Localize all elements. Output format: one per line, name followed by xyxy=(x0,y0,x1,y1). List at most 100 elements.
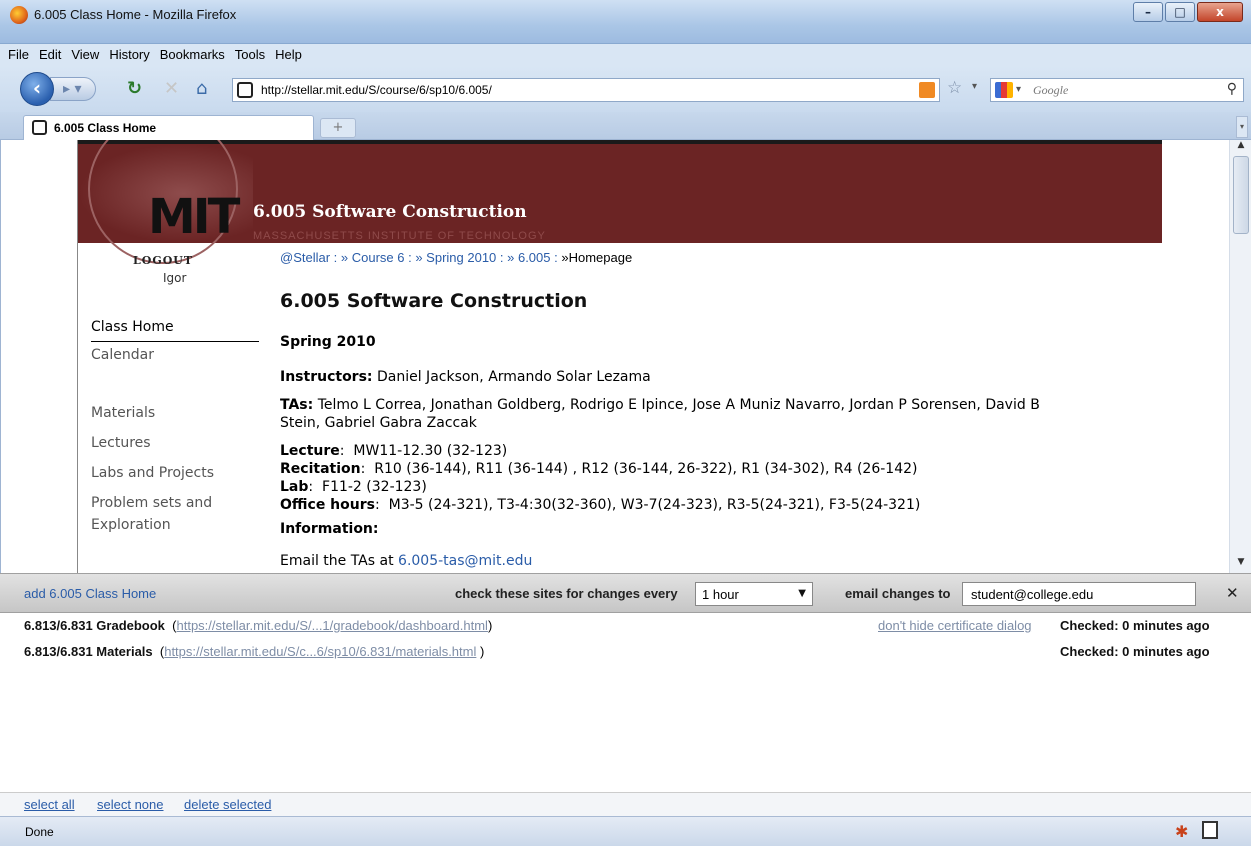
banner-title: 6.005 Software Construction xyxy=(253,202,527,222)
nav-materials[interactable]: Materials xyxy=(91,402,259,424)
vertical-scrollbar[interactable]: ▲ ▼ xyxy=(1229,140,1251,573)
information: Information: xyxy=(280,520,1130,538)
tab-favicon-icon xyxy=(32,120,47,135)
course-banner: MIT 6.005 Software Construction MASSACHU… xyxy=(78,140,1162,264)
email-prefix: Email the TAs at xyxy=(280,553,399,569)
list-item[interactable]: 6.813/6.831 Materials (https://stellar.m… xyxy=(24,644,484,659)
nav-labs-and-projects[interactable]: Labs and Projects xyxy=(91,462,259,484)
site-name: 6.813/6.831 Gradebook xyxy=(24,618,165,633)
site-url-link[interactable]: https://stellar.mit.edu/S/c...6/sp10/6.8… xyxy=(164,644,476,659)
breadcrumb-course[interactable]: » Course 6 xyxy=(341,250,405,265)
list-tabs-icon[interactable]: ▾ xyxy=(1236,116,1248,138)
firebug-icon[interactable]: ✱ xyxy=(1175,822,1188,841)
panel-footer: select all select none delete selected xyxy=(0,792,1251,816)
search-engine-dropdown-icon[interactable]: ▾ xyxy=(1016,84,1021,95)
bookmark-star-icon[interactable]: ☆ xyxy=(947,78,962,98)
select-all-link[interactable]: select all xyxy=(24,797,75,812)
nav-lectures[interactable]: Lectures xyxy=(91,432,259,454)
menu-help[interactable]: Help xyxy=(270,44,307,65)
recitation-label: Recitation xyxy=(280,461,361,477)
checked-status: Checked: 0 minutes ago xyxy=(1060,644,1210,659)
site-favicon-icon xyxy=(237,82,253,98)
check-interval-label: check these sites for changes every xyxy=(455,586,678,601)
chevron-down-icon: ▼ xyxy=(798,588,806,599)
scroll-thumb[interactable] xyxy=(1233,156,1249,234)
tas-label: TAs: xyxy=(280,397,314,413)
site-url-link[interactable]: https://stellar.mit.edu/S/...1/gradebook… xyxy=(176,618,487,633)
menu-bookmarks[interactable]: Bookmarks xyxy=(155,44,230,65)
home-icon[interactable]: ⌂ xyxy=(196,79,207,99)
menu-history[interactable]: History xyxy=(104,44,154,65)
menu-view[interactable]: View xyxy=(66,44,104,65)
lecture: Lecture: MW11-12.30 (32-123) xyxy=(280,443,508,459)
list-item[interactable]: 6.813/6.831 Gradebook (https://stellar.m… xyxy=(24,618,492,633)
cert-dialog-link[interactable]: don't hide certificate dialog xyxy=(878,618,1032,633)
url-text[interactable]: http://stellar.mit.edu/S/course/6/sp10/6… xyxy=(261,83,492,97)
menu-edit[interactable]: Edit xyxy=(34,44,66,65)
stop-icon[interactable]: ✕ xyxy=(164,79,179,99)
new-tab-button[interactable]: + xyxy=(320,118,356,138)
search-engine-icon[interactable] xyxy=(995,82,1013,98)
search-icon[interactable]: ⚲ xyxy=(1227,81,1237,97)
banner-subtitle: MASSACHUSETTS INSTITUTE OF TECHNOLOGY xyxy=(253,230,546,242)
tas-line2: Stein, Gabriel Gabra Zaccak xyxy=(280,415,477,431)
ta-email-link[interactable]: 6.005-tas@mit.edu xyxy=(398,553,532,569)
nav-calendar[interactable]: Calendar xyxy=(91,344,259,366)
page-title: 6.005 Software Construction xyxy=(280,290,588,312)
lab-value: F11-2 (32-123) xyxy=(322,479,427,495)
delete-selected-link[interactable]: delete selected xyxy=(184,797,271,812)
close-panel-icon[interactable]: ✕ xyxy=(1226,584,1239,602)
mit-logo: MIT xyxy=(148,189,240,245)
tab-label: 6.005 Class Home xyxy=(54,121,157,135)
window-controls: – □ x xyxy=(1133,2,1243,22)
username: Igor xyxy=(163,271,187,285)
instructors: Instructors: Daniel Jackson, Armando Sol… xyxy=(280,368,1130,386)
recitation-value: R10 (36-144), R11 (36-144) , R12 (36-144… xyxy=(374,461,918,477)
close-window-button[interactable]: x xyxy=(1197,2,1243,22)
select-none-link[interactable]: select none xyxy=(97,797,164,812)
status-text: Done xyxy=(25,825,54,839)
instructors-label: Instructors: xyxy=(280,369,373,385)
breadcrumb-class[interactable]: » 6.005 xyxy=(507,250,550,265)
tab-class-home[interactable]: 6.005 Class Home xyxy=(23,115,314,140)
menu-file[interactable]: File xyxy=(3,44,34,65)
nav-exploration[interactable]: Exploration xyxy=(91,514,259,536)
tas-value-line1: Telmo L Correa, Jonathan Goldberg, Rodri… xyxy=(317,397,1040,413)
search-bar[interactable]: ▾ Google ⚲ xyxy=(990,78,1244,102)
lecture-value: MW11-12.30 (32-123) xyxy=(353,443,508,459)
rss-feed-icon[interactable] xyxy=(919,82,935,98)
nav-class-home[interactable]: Class Home xyxy=(91,316,259,342)
menu-tools[interactable]: Tools xyxy=(230,44,270,65)
minimize-button[interactable]: – xyxy=(1133,2,1163,22)
breadcrumb-term[interactable]: » Spring 2010 xyxy=(415,250,496,265)
url-history-dropdown-icon[interactable]: ▾ xyxy=(972,81,977,92)
interval-select[interactable]: 1 hour ▼ xyxy=(695,582,813,606)
url-bar[interactable]: http://stellar.mit.edu/S/course/6/sp10/6… xyxy=(232,78,940,102)
logout-link[interactable]: LOGOUT xyxy=(133,254,193,267)
status-bar: Done ✱ xyxy=(0,816,1251,846)
recitation: Recitation: R10 (36-144), R11 (36-144) ,… xyxy=(280,461,918,477)
lab: Lab: F11-2 (32-123) xyxy=(280,479,427,495)
reload-icon[interactable]: ↻ xyxy=(127,79,142,99)
office-label: Office hours xyxy=(280,497,375,513)
interval-value: 1 hour xyxy=(702,587,739,602)
email-changes-label: email changes to xyxy=(845,586,951,601)
email-field[interactable]: student@college.edu xyxy=(962,582,1196,606)
search-input[interactable]: Google xyxy=(1033,83,1068,98)
back-button[interactable]: ‹ xyxy=(20,72,54,106)
nav-problem-sets[interactable]: Problem sets and xyxy=(91,492,259,514)
window-title: 6.005 Class Home - Mozilla Firefox xyxy=(34,7,237,22)
add-site-link[interactable]: add 6.005 Class Home xyxy=(24,586,156,601)
addon-icon[interactable] xyxy=(1202,821,1218,839)
scroll-down-icon[interactable]: ▼ xyxy=(1230,557,1251,571)
breadcrumb-current: »Homepage xyxy=(561,250,633,265)
information-label: Information: xyxy=(280,521,379,537)
breadcrumb-stellar[interactable]: @Stellar xyxy=(280,250,330,265)
tab-bar: 6.005 Class Home + ▾ xyxy=(0,112,1251,140)
scroll-up-icon[interactable]: ▲ xyxy=(1230,140,1251,156)
watch-panel-header: add 6.005 Class Home check these sites f… xyxy=(0,573,1251,613)
maximize-button[interactable]: □ xyxy=(1165,2,1195,22)
office-value: M3-5 (24-321), T3-4:30(32-360), W3-7(24-… xyxy=(388,497,921,513)
forward-button[interactable]: ▸ ▾ xyxy=(50,77,96,101)
site-name: 6.813/6.831 Materials xyxy=(24,644,153,659)
